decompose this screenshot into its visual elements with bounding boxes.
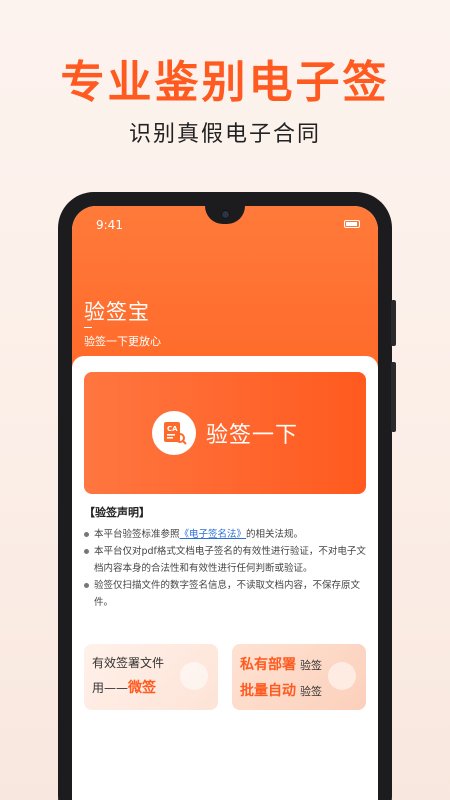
battery-icon (344, 220, 360, 228)
declaration-item: 验签仅扫描文件的数字签名信息，不读取文档内容，不保存原文件。 (84, 577, 366, 611)
declaration-title: 【验签声明】 (84, 506, 150, 519)
promo-subheadline: 识别真假电子合同 (128, 122, 321, 147)
declaration-text: 的相关法规。 (246, 529, 304, 540)
feature-card-text: 验签 (300, 685, 322, 698)
content-card: CA 验签一下 【验签声明】 本平台验签标准参照《电子签名法》的相关法规。 本平… (72, 356, 378, 800)
verify-button[interactable]: CA 验签一下 (84, 372, 366, 494)
svg-text:CA: CA (167, 425, 178, 433)
promo-headline: 专业鉴别电子签 (60, 57, 390, 108)
declaration-text: 验签仅扫描文件的数字签名信息，不读取文档内容，不保存原文件。 (94, 580, 361, 608)
feature-card-accent: 私有部署 (240, 657, 296, 673)
feature-card-accent: 批量自动 (240, 683, 296, 699)
declaration-text: 本平台验签标准参照 (94, 529, 180, 540)
feature-card-text: 用—— (92, 681, 129, 695)
app-header: 9:41 验签宝 验签一下更放心 (72, 206, 378, 376)
app-tagline: 验签一下更放心 (84, 335, 161, 348)
document-icon (328, 662, 356, 690)
ca-document-verify-icon: CA (151, 411, 196, 455)
feature-card-weiqian[interactable]: 有效签署文件 用——微签 (84, 644, 218, 710)
feature-card-private-deploy[interactable]: 私有部署 验签 批量自动 验签 (232, 644, 366, 710)
verify-button-label: 验签一下 (205, 423, 298, 448)
law-link[interactable]: 《电子签名法》 (180, 529, 247, 540)
title-underline (84, 327, 92, 328)
status-time: 9:41 (96, 218, 123, 232)
phone-screen: 9:41 验签宝 验签一下更放心 CA 验签一下 【验签声明】 本平台验签标准参… (72, 206, 378, 800)
app-title: 验签宝 (84, 300, 150, 324)
feature-card-accent: 微签 (128, 680, 157, 696)
user-icon (180, 662, 208, 690)
volume-button (391, 362, 396, 432)
declaration-item: 本平台仅对pdf格式文档电子签名的有效性进行验证，不对电子文档内容本身的合法性和… (84, 543, 366, 577)
power-button (391, 300, 396, 346)
phone-frame: 9:41 验签宝 验签一下更放心 CA 验签一下 【验签声明】 本平台验签标准参… (58, 192, 396, 800)
declaration-item: 本平台验签标准参照《电子签名法》的相关法规。 (84, 526, 366, 543)
camera-icon (221, 210, 230, 219)
declaration-text: 本平台仅对pdf格式文档电子签名的有效性进行验证，不对电子文档内容本身的合法性和… (94, 546, 366, 574)
declaration-list: 本平台验签标准参照《电子签名法》的相关法规。 本平台仅对pdf格式文档电子签名的… (84, 526, 366, 611)
feature-card-text: 验签 (300, 659, 322, 672)
